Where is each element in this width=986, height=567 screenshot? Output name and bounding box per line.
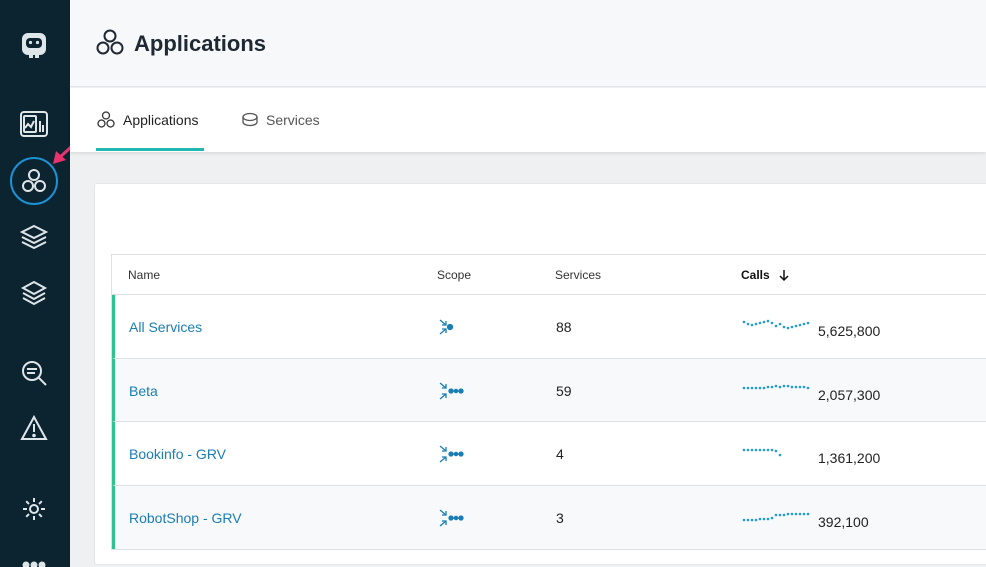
- table-header: Name Scope Services Calls: [112, 255, 986, 295]
- database-icon: [241, 111, 259, 129]
- calls-count: 5,625,800: [818, 323, 881, 339]
- calls-count: 1,361,200: [818, 450, 881, 466]
- tab-bar: Applications Services: [70, 88, 986, 152]
- application-name-link[interactable]: RobotShop - GRV: [129, 510, 242, 526]
- calls-sparkline: [742, 510, 810, 527]
- services-count: 88: [556, 319, 572, 335]
- applications-card: Name Scope Services Calls All Services 8…: [94, 183, 986, 565]
- table-row[interactable]: Bookinfo - GRV 4 1,361,200: [112, 422, 986, 486]
- layers-icon[interactable]: [17, 276, 51, 310]
- applications-table: Name Scope Services Calls All Services 8…: [111, 254, 986, 550]
- services-count: 59: [556, 382, 572, 399]
- page-title: Applications: [134, 31, 267, 56]
- warning-icon[interactable]: [17, 411, 51, 445]
- tab-services[interactable]: Services: [241, 88, 320, 152]
- table-body: All Services 88 5,625,800 Beta 59 2,057,…: [112, 295, 986, 549]
- scope-downstream-icon: [438, 380, 464, 405]
- application-name-link[interactable]: All Services: [129, 319, 202, 335]
- application-name-link[interactable]: Beta: [129, 383, 158, 399]
- applications-icon[interactable]: [17, 164, 51, 198]
- dashboard-icon[interactable]: [17, 107, 51, 141]
- applications-icon: [94, 28, 126, 63]
- gear-icon[interactable]: [17, 492, 51, 526]
- column-header-calls[interactable]: Calls: [741, 268, 790, 282]
- tab-applications[interactable]: Applications: [96, 88, 204, 152]
- scope-downstream-icon: [438, 507, 464, 532]
- calls-sparkline: [742, 446, 810, 463]
- services-count: 4: [556, 446, 564, 462]
- calls-count: 2,057,300: [818, 386, 881, 403]
- column-header-services[interactable]: Services: [555, 268, 601, 282]
- page-header: Applications: [70, 0, 986, 87]
- table-row[interactable]: RobotShop - GRV 3 392,100: [112, 485, 986, 549]
- applications-icon: [96, 110, 116, 130]
- scope-inbound-icon: [438, 316, 456, 341]
- calls-sparkline: [742, 319, 810, 336]
- table-row[interactable]: All Services 88 5,625,800: [112, 295, 986, 359]
- platforms-icon[interactable]: [17, 220, 51, 254]
- scope-downstream-icon: [438, 443, 464, 468]
- calls-sparkline: [742, 383, 810, 400]
- sort-descending-icon[interactable]: [778, 269, 790, 282]
- tab-label: Services: [266, 112, 320, 128]
- services-count: 3: [556, 509, 564, 526]
- sidebar: [0, 0, 70, 567]
- column-label: Calls: [741, 268, 770, 282]
- search-analytics-icon[interactable]: [17, 356, 51, 390]
- robot-logo-icon[interactable]: [17, 27, 51, 61]
- application-name-link[interactable]: Bookinfo - GRV: [129, 446, 226, 462]
- more-icon[interactable]: [17, 548, 51, 567]
- tab-label: Applications: [123, 112, 199, 128]
- calls-count: 392,100: [818, 513, 869, 530]
- column-header-scope[interactable]: Scope: [437, 268, 471, 282]
- column-header-name[interactable]: Name: [128, 268, 160, 282]
- table-row[interactable]: Beta 59 2,057,300: [112, 358, 986, 422]
